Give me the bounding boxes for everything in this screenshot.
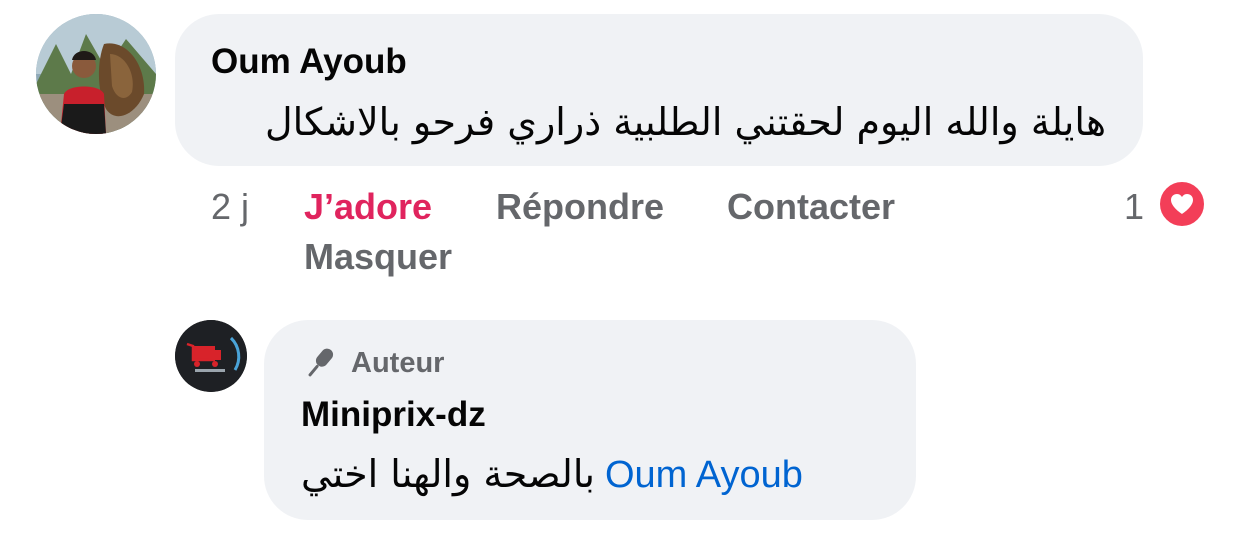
- reply-author[interactable]: Miniprix-dz: [301, 395, 486, 435]
- love-button[interactable]: J’adore: [304, 186, 432, 228]
- reaction-badge[interactable]: [1157, 179, 1207, 229]
- reply-text-line: Oum Ayoub بالصحة والهنا اختي: [301, 452, 803, 497]
- avatar-miniprix[interactable]: [175, 320, 247, 392]
- profile-photo-icon: [36, 14, 156, 134]
- comment-timestamp[interactable]: 2 j: [211, 186, 249, 228]
- reply-text: بالصحة والهنا اختي: [301, 452, 595, 496]
- comment-author[interactable]: Oum Ayoub: [211, 42, 407, 82]
- reaction-count[interactable]: 1: [1124, 186, 1144, 228]
- heart-icon: [1171, 194, 1193, 214]
- hide-button[interactable]: Masquer: [304, 236, 452, 278]
- reply-button[interactable]: Répondre: [496, 186, 664, 228]
- mention-link[interactable]: Oum Ayoub: [605, 454, 803, 497]
- author-badge: Auteur: [301, 344, 444, 382]
- author-badge-label: Auteur: [351, 346, 445, 379]
- shop-logo-icon: [175, 320, 247, 392]
- microphone-icon: [308, 348, 334, 377]
- contact-button[interactable]: Contacter: [727, 186, 895, 228]
- avatar-oum-ayoub[interactable]: [36, 14, 156, 134]
- comment-text: هايلة والله اليوم لحقتني الطلبية ذراري ف…: [264, 100, 1106, 144]
